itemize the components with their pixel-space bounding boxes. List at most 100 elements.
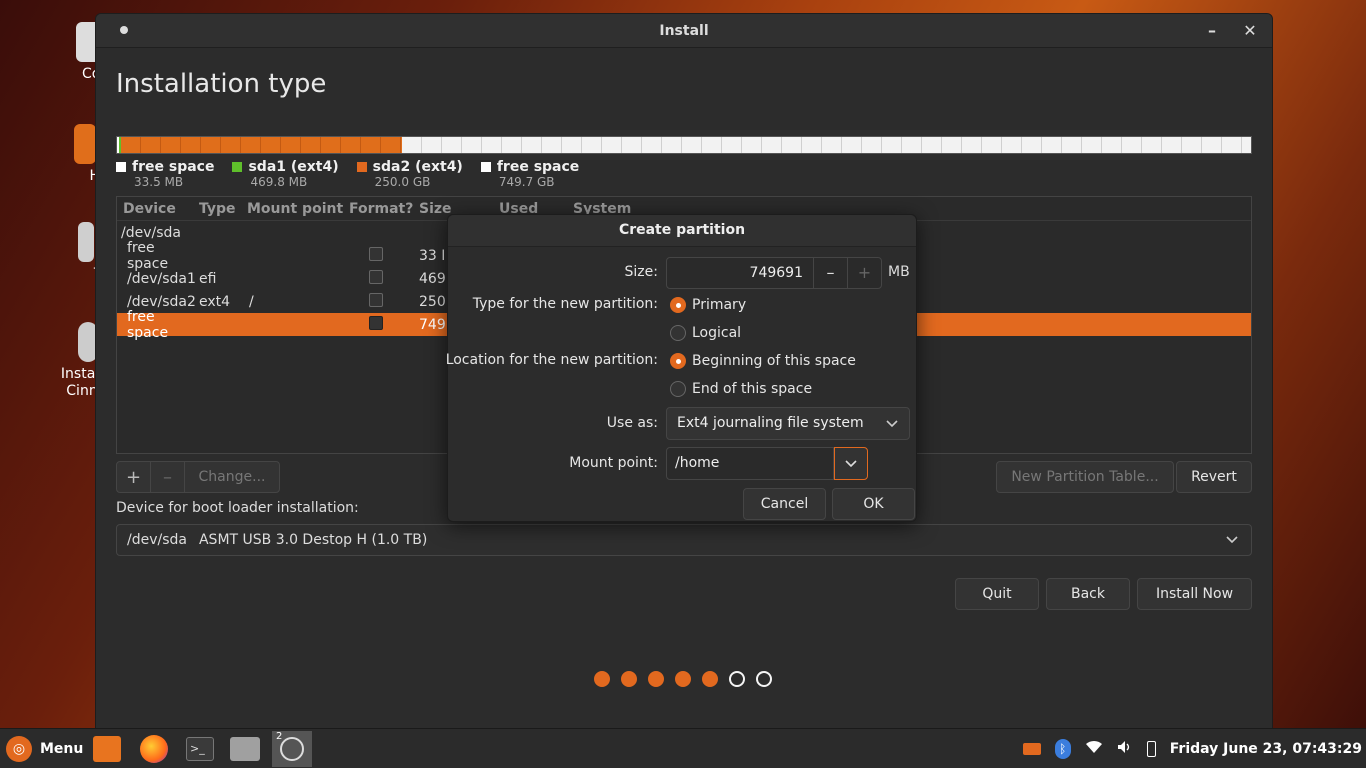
terminal-icon: >_ bbox=[186, 737, 214, 761]
radio-selected-icon bbox=[670, 353, 686, 369]
cell-device: /dev/sda2 bbox=[127, 293, 196, 310]
change-partition-button[interactable]: Change... bbox=[185, 462, 279, 492]
window-count-badge: 2 bbox=[276, 731, 283, 742]
partition-location-label: Location for the new partition: bbox=[445, 352, 658, 368]
minimize-button[interactable]: – bbox=[1202, 21, 1222, 41]
progress-dot bbox=[729, 671, 745, 687]
legend-swatch bbox=[232, 162, 243, 172]
format-checkbox[interactable] bbox=[369, 269, 383, 284]
new-partition-table-button[interactable]: New Partition Table... bbox=[996, 461, 1174, 493]
column-header-device[interactable]: Device bbox=[117, 201, 199, 217]
create-partition-dialog: Create partition Size: 749691 – + MB Typ… bbox=[445, 214, 917, 522]
column-header-format[interactable]: Format? bbox=[349, 201, 419, 217]
format-checkbox[interactable] bbox=[369, 292, 383, 307]
clock[interactable]: Friday June 23, 07:43:29 bbox=[1170, 741, 1362, 757]
radio-primary[interactable]: Primary bbox=[670, 297, 746, 313]
mount-point-label: Mount point: bbox=[569, 455, 658, 471]
size-label: Size: bbox=[624, 264, 658, 280]
cell-device: free space bbox=[127, 239, 169, 272]
legend-swatch bbox=[480, 162, 491, 172]
cell-device: /dev/sda1 bbox=[127, 270, 196, 287]
folder-icon bbox=[230, 737, 260, 761]
taskbar-app-terminal[interactable]: >_ bbox=[183, 733, 217, 765]
radio-end[interactable]: End of this space bbox=[670, 381, 812, 397]
mount-point-dropdown-button[interactable] bbox=[834, 447, 868, 480]
partition-legend: free space 33.5 MB sda1 (ext4) 469.8 MB … bbox=[116, 159, 579, 189]
size-input[interactable]: 749691 bbox=[667, 258, 813, 288]
legend-name: free space bbox=[496, 159, 580, 175]
column-header-type[interactable]: Type bbox=[199, 201, 247, 217]
window-titlebar[interactable]: Install – ✕ bbox=[96, 14, 1272, 48]
radio-unselected-icon bbox=[670, 325, 686, 341]
page-title: Installation type bbox=[116, 69, 327, 99]
use-as-select[interactable]: Ext4 journaling file system bbox=[666, 407, 910, 440]
progress-dots bbox=[594, 671, 772, 687]
progress-dot bbox=[594, 671, 610, 687]
legend-size: 33.5 MB bbox=[134, 175, 184, 189]
legend-swatch bbox=[116, 162, 126, 172]
format-checkbox[interactable] bbox=[369, 246, 383, 261]
close-button[interactable]: ✕ bbox=[1240, 21, 1260, 41]
taskbar-app-installer-active[interactable]: 2 bbox=[272, 731, 312, 767]
legend-item: free space 749.7 GB bbox=[480, 159, 580, 189]
partition-bar-segment bbox=[402, 137, 1251, 153]
app-launcher-icon bbox=[93, 736, 121, 762]
partition-toolbar: + – Change... bbox=[116, 461, 280, 493]
cell-type: efi bbox=[199, 270, 217, 287]
legend-swatch bbox=[356, 162, 367, 172]
keyboard-icon[interactable] bbox=[1022, 743, 1041, 755]
volume-icon[interactable] bbox=[1117, 740, 1133, 758]
partition-bar-segment bbox=[121, 137, 402, 153]
column-header-mount[interactable]: Mount point bbox=[247, 201, 349, 217]
boot-loader-select[interactable]: /dev/sda ASMT USB 3.0 Destop H (1.0 TB) bbox=[116, 524, 1252, 556]
system-tray: ᛒ Friday June 23, 07:43:29 bbox=[1022, 729, 1362, 768]
window-menu-icon[interactable] bbox=[120, 26, 128, 34]
bluetooth-icon[interactable]: ᛒ bbox=[1054, 739, 1071, 759]
legend-item: sda1 (ext4) 469.8 MB bbox=[232, 159, 339, 189]
legend-name: free space bbox=[132, 159, 215, 175]
taskbar-app-files-orange[interactable] bbox=[90, 733, 124, 765]
quit-button[interactable]: Quit bbox=[955, 578, 1039, 610]
size-decrement-button[interactable]: – bbox=[813, 258, 847, 288]
disk-icon bbox=[280, 737, 304, 761]
cell-device: free space bbox=[127, 308, 169, 341]
partition-type-label: Type for the new partition: bbox=[472, 296, 658, 312]
remove-partition-button[interactable]: – bbox=[151, 462, 185, 492]
boot-loader-label: Device for boot loader installation: bbox=[116, 500, 359, 516]
cell-mount: / bbox=[249, 293, 254, 310]
legend-name: sda2 (ext4) bbox=[372, 159, 463, 175]
legend-size: 250.0 GB bbox=[374, 175, 431, 189]
dialog-title: Create partition bbox=[448, 215, 916, 247]
chevron-down-icon bbox=[844, 455, 858, 471]
ok-button[interactable]: OK bbox=[832, 488, 915, 520]
legend-item: sda2 (ext4) 250.0 GB bbox=[356, 159, 463, 189]
progress-dot bbox=[648, 671, 664, 687]
progress-dot bbox=[702, 671, 718, 687]
radio-logical[interactable]: Logical bbox=[670, 325, 741, 341]
legend-name: sda1 (ext4) bbox=[248, 159, 339, 175]
cell-format bbox=[349, 315, 419, 334]
size-increment-button[interactable]: + bbox=[847, 258, 881, 288]
progress-dot bbox=[621, 671, 637, 687]
back-button[interactable]: Back bbox=[1046, 578, 1130, 610]
revert-button[interactable]: Revert bbox=[1176, 461, 1252, 493]
chevron-down-icon bbox=[885, 408, 899, 439]
radio-beginning[interactable]: Beginning of this space bbox=[670, 353, 856, 369]
battery-icon[interactable] bbox=[1146, 741, 1156, 757]
wifi-icon[interactable] bbox=[1085, 740, 1103, 758]
window-title: Install bbox=[659, 22, 709, 39]
cell-format bbox=[349, 246, 419, 265]
menu-button[interactable]: ◎ Menu bbox=[0, 735, 83, 762]
taskbar-app-folder[interactable] bbox=[228, 733, 262, 765]
mount-point-input[interactable]: /home bbox=[666, 447, 834, 480]
taskbar-app-firefox[interactable] bbox=[137, 733, 171, 765]
radio-label: Beginning of this space bbox=[692, 353, 856, 369]
install-now-button[interactable]: Install Now bbox=[1137, 578, 1252, 610]
format-checkbox[interactable] bbox=[369, 315, 383, 330]
cell-device: /dev/sda bbox=[121, 224, 181, 241]
add-partition-button[interactable]: + bbox=[117, 462, 151, 492]
size-spinbox: 749691 – + bbox=[666, 257, 882, 289]
partition-bar bbox=[116, 136, 1252, 154]
cancel-button[interactable]: Cancel bbox=[743, 488, 826, 520]
radio-unselected-icon bbox=[670, 381, 686, 397]
